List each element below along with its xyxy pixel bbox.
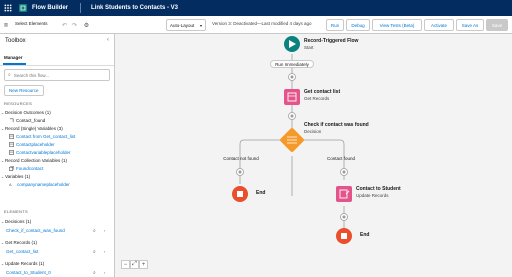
collapse-panel-icon[interactable]: ‹ bbox=[107, 37, 109, 43]
view-tests-button[interactable]: View Tests (Beta) bbox=[372, 19, 422, 31]
zoom-out-icon[interactable]: − bbox=[121, 260, 130, 269]
element-item[interactable]: Check_if_contact_was_found ⌕ › bbox=[0, 226, 114, 235]
top-bar-divider bbox=[80, 3, 81, 13]
search-icon[interactable]: ⌕ bbox=[93, 228, 96, 234]
zoom-controls: − ⤢ + bbox=[121, 260, 148, 269]
settings-icon[interactable]: ⚙ bbox=[82, 19, 91, 31]
save-as-button[interactable]: Save As bbox=[456, 19, 484, 31]
start-node bbox=[284, 36, 300, 52]
toolbox-title: Toolbox bbox=[5, 38, 26, 44]
flow-builder-logo-icon bbox=[18, 3, 28, 13]
flow-builder-app: Flow Builder Link Students to Contacts -… bbox=[0, 0, 512, 277]
search-icon[interactable]: ⌕ bbox=[93, 270, 96, 276]
end-node-right bbox=[336, 228, 352, 244]
chevron-right-icon[interactable]: › bbox=[104, 249, 105, 254]
activate-button[interactable]: Activate bbox=[424, 19, 454, 31]
layout-select-value: Auto-Layout bbox=[170, 22, 195, 28]
get-records-title[interactable]: Get contact list bbox=[304, 89, 340, 95]
get-records-subtitle: Get Records bbox=[304, 96, 330, 101]
search-placeholder: Search this flow... bbox=[13, 72, 50, 78]
element-group-get-records[interactable]: ⌄ Get Records (1) bbox=[0, 238, 114, 247]
toolbar: ▥ Select Elements ↶ ↷ ⚙ Auto-Layout ▾ Ve… bbox=[0, 16, 512, 34]
start-node-subtitle: Start bbox=[304, 45, 314, 50]
element-item[interactable]: Contact_to_Student_0 ⌕ › bbox=[0, 268, 114, 277]
element-group-update-records[interactable]: ⌄ Update Records (1) bbox=[0, 259, 114, 268]
run-immediately-label[interactable]: Run Immediately bbox=[270, 60, 314, 68]
version-status: Version 3: Deactivated—Last modified 4 d… bbox=[212, 21, 312, 26]
resource-item[interactable]: A companynameplaceholder bbox=[0, 180, 114, 189]
tab-manager[interactable]: Manager bbox=[4, 55, 23, 60]
redo-icon[interactable]: ↷ bbox=[70, 19, 79, 31]
get-records-node bbox=[284, 89, 300, 105]
collection-icon bbox=[9, 166, 14, 171]
chevron-right-icon[interactable]: › bbox=[104, 228, 105, 233]
toolbox-panel: Toolbox ‹ Manager ⌕ Search this flow... … bbox=[0, 34, 115, 277]
select-elements-button[interactable]: Select Elements bbox=[15, 21, 48, 26]
decision-title[interactable]: Check if contact was found bbox=[304, 122, 369, 128]
outcome-icon bbox=[9, 118, 14, 123]
record-icon bbox=[9, 142, 14, 147]
chevron-down-icon: ▾ bbox=[199, 22, 202, 28]
app-launcher-icon[interactable] bbox=[0, 0, 16, 16]
toggle-toolbox-icon[interactable]: ▥ bbox=[3, 19, 9, 31]
elements-header: ELEMENTS bbox=[4, 209, 28, 214]
record-icon bbox=[9, 150, 14, 155]
branch-label-not-found: Contact not found bbox=[223, 155, 259, 161]
run-button[interactable]: Run bbox=[326, 19, 344, 31]
start-node-title[interactable]: Record-Triggered Flow bbox=[304, 38, 358, 44]
layout-select[interactable]: Auto-Layout ▾ bbox=[166, 19, 206, 31]
resources-header: RESOURCES bbox=[4, 101, 33, 106]
top-bar: Flow Builder Link Students to Contacts -… bbox=[0, 0, 512, 16]
new-resource-button[interactable]: New Resource bbox=[4, 85, 44, 96]
chevron-right-icon[interactable]: › bbox=[104, 270, 105, 275]
element-group-decisions[interactable]: ⌄ Decisions (1) bbox=[0, 217, 114, 226]
record-icon bbox=[9, 134, 14, 139]
tab-divider bbox=[0, 65, 114, 66]
zoom-in-icon[interactable]: + bbox=[139, 260, 148, 269]
search-icon[interactable]: ⌕ bbox=[93, 249, 96, 255]
end-node-left bbox=[232, 186, 248, 202]
flow-canvas[interactable]: Record-Triggered Flow Start Run Immediat… bbox=[115, 34, 512, 277]
search-icon: ⌕ bbox=[8, 72, 11, 78]
end-left-label: End bbox=[256, 190, 266, 196]
decision-node bbox=[280, 128, 304, 152]
debug-button[interactable]: Debug bbox=[346, 19, 370, 31]
undo-icon[interactable]: ↶ bbox=[60, 19, 69, 31]
element-item[interactable]: Get_contact_list ⌕ › bbox=[0, 247, 114, 256]
branch-label-found: Contact found bbox=[326, 155, 356, 161]
fit-view-icon[interactable]: ⤢ bbox=[130, 260, 139, 269]
search-input[interactable]: ⌕ Search this flow... bbox=[4, 69, 110, 81]
update-records-title[interactable]: Contact to Student bbox=[356, 186, 401, 192]
update-records-node bbox=[336, 186, 352, 202]
update-records-subtitle: Update Records bbox=[356, 193, 389, 198]
decision-subtitle: Decision bbox=[304, 129, 322, 134]
app-name: Flow Builder bbox=[32, 5, 68, 11]
text-variable-icon: A bbox=[9, 182, 12, 187]
end-right-label: End bbox=[360, 232, 370, 238]
flow-title: Link Students to Contacts - V3 bbox=[91, 5, 179, 11]
save-button[interactable]: Save bbox=[486, 19, 508, 31]
flow-connectors bbox=[232, 36, 352, 244]
